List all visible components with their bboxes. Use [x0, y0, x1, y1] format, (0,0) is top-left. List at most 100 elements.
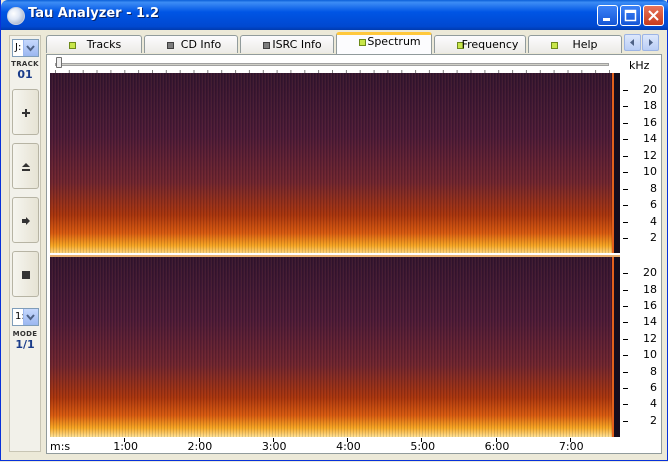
tab-label: Spectrum — [367, 35, 421, 48]
x-axis-tick-label: 4:00 — [336, 440, 361, 453]
y-axis-tick-label: 18 — [643, 282, 657, 296]
x-axis-unit: m:s — [50, 440, 71, 453]
y-axis-lower: 20 18 16 14 12 10 8 6 4 2 — [623, 257, 659, 437]
y-axis-tick — [623, 322, 628, 324]
eject-icon — [22, 163, 30, 171]
maximize-icon — [624, 9, 637, 22]
x-axis-tick-label: 2:00 — [187, 440, 213, 453]
y-axis-tick-label: 14 — [643, 132, 657, 146]
app-window: Tau Analyzer - 1.2 J: TRACK 01 1: MODE 1… — [0, 0, 668, 461]
chevron-down-icon — [23, 309, 38, 325]
mode-select[interactable]: 1: — [12, 308, 39, 326]
stop-button[interactable] — [12, 251, 39, 297]
y-axis-tick — [623, 273, 628, 275]
window-title: Tau Analyzer - 1.2 — [28, 6, 160, 21]
y-axis-tick-label: 8 — [650, 364, 657, 378]
tab-cd-info[interactable]: CD Info — [144, 35, 238, 53]
app-icon — [7, 7, 25, 25]
tab-scroll-buttons — [624, 34, 660, 51]
y-axis-tick-label: 10 — [643, 165, 657, 179]
x-axis-tick-label: 7:00 — [558, 440, 584, 453]
client-area: J: TRACK 01 1: MODE 1/1 Tracks CD Info I… — [4, 30, 664, 458]
chevron-left-icon — [630, 39, 634, 46]
chevron-right-icon — [649, 39, 653, 46]
y-axis-tick — [623, 155, 628, 157]
tab-help[interactable]: Help — [528, 35, 622, 53]
add-button[interactable] — [12, 89, 39, 135]
track-number: 01 — [17, 68, 33, 81]
eject-button[interactable] — [12, 143, 39, 189]
x-axis-tick-label: 3:00 — [261, 440, 287, 453]
y-axis-tick — [623, 89, 628, 91]
spectrum-panel: kHz 20 18 16 14 12 10 8 6 4 2 20 18 16 1… — [46, 54, 662, 454]
y-axis-tick-label: 8 — [650, 181, 657, 195]
minimize-button[interactable] — [597, 5, 618, 26]
position-slider-thumb[interactable] — [56, 57, 62, 68]
y-axis-tick-label: 12 — [643, 148, 657, 162]
y-axis-tick — [623, 289, 628, 291]
y-axis-tick-label: 20 — [643, 82, 657, 96]
tab-label: ISRC Info — [272, 38, 322, 51]
position-slider-track[interactable] — [55, 63, 609, 66]
mode-label: MODE — [12, 330, 38, 338]
y-axis-tick — [623, 338, 628, 340]
left-panel: J: TRACK 01 1: MODE 1/1 — [9, 35, 41, 452]
drive-select-value: J: — [15, 42, 22, 53]
y-axis-tick — [623, 106, 628, 108]
y-axis-tick — [623, 221, 628, 223]
close-button[interactable] — [643, 5, 664, 26]
x-axis-tick-label: 5:00 — [410, 440, 436, 453]
y-axis-tick-label: 4 — [650, 214, 657, 228]
y-axis-tick — [623, 122, 628, 124]
y-axis-tick-label: 18 — [643, 99, 657, 113]
y-axis-tick — [623, 205, 628, 207]
x-axis-tick-label: 1:00 — [113, 440, 138, 453]
tab-label: Help — [572, 38, 598, 51]
tab-strip: Tracks CD Info ISRC Info Spectrum Freque… — [46, 32, 622, 54]
arrow-right-icon — [22, 217, 30, 225]
spectrogram-lower-channel — [50, 257, 620, 437]
title-bar: Tau Analyzer - 1.2 — [1, 0, 668, 30]
y-axis-tick — [623, 172, 628, 174]
y-axis-tick-label: 6 — [650, 198, 657, 212]
tab-label: CD Info — [180, 38, 222, 51]
y-axis-tick — [623, 387, 628, 389]
stop-icon — [22, 271, 30, 279]
y-axis-tick-label: 20 — [643, 266, 657, 280]
mode-value: 1/1 — [15, 338, 35, 351]
x-axis-tick-label: 6:00 — [484, 440, 510, 453]
close-icon — [648, 10, 659, 21]
tab-frequency[interactable]: Frequency — [434, 35, 526, 53]
y-axis-tick-label: 6 — [650, 380, 657, 394]
y-axis-tick-label: 2 — [650, 413, 657, 427]
y-axis-tick — [623, 420, 628, 422]
y-axis-tick — [623, 404, 628, 406]
tab-scroll-right-button[interactable] — [642, 34, 659, 51]
y-axis-unit: kHz — [629, 59, 650, 72]
tab-scroll-left-button[interactable] — [624, 34, 641, 51]
y-axis-tick-label: 2 — [650, 231, 657, 245]
y-axis-tick-label: 14 — [643, 315, 657, 329]
y-axis-tick — [623, 238, 628, 240]
track-label: TRACK — [11, 60, 39, 68]
tab-tracks[interactable]: Tracks — [46, 35, 142, 53]
minimize-icon — [603, 18, 610, 21]
drive-select[interactable]: J: — [12, 39, 39, 57]
chevron-down-icon — [23, 40, 38, 56]
play-button[interactable] — [12, 197, 39, 243]
y-axis-upper: 20 18 16 14 12 10 8 6 4 2 — [623, 73, 659, 255]
y-axis-tick-label: 4 — [650, 397, 657, 411]
tab-label: Tracks — [86, 38, 122, 51]
y-axis-tick-label: 10 — [643, 348, 657, 362]
y-axis-tick — [623, 139, 628, 141]
y-axis-tick-label: 12 — [643, 331, 657, 345]
plus-icon — [22, 109, 30, 117]
maximize-button[interactable] — [620, 5, 641, 26]
tab-label: Frequency — [461, 38, 519, 51]
y-axis-tick — [623, 355, 628, 357]
spectrogram-upper-channel — [50, 73, 620, 253]
y-axis-tick-label: 16 — [643, 115, 657, 129]
tab-spectrum[interactable]: Spectrum — [336, 32, 432, 54]
tab-isrc-info[interactable]: ISRC Info — [240, 35, 334, 53]
x-axis: m:s 1:00 2:00 3:00 4:00 5:00 6:00 7:00 — [50, 438, 620, 454]
